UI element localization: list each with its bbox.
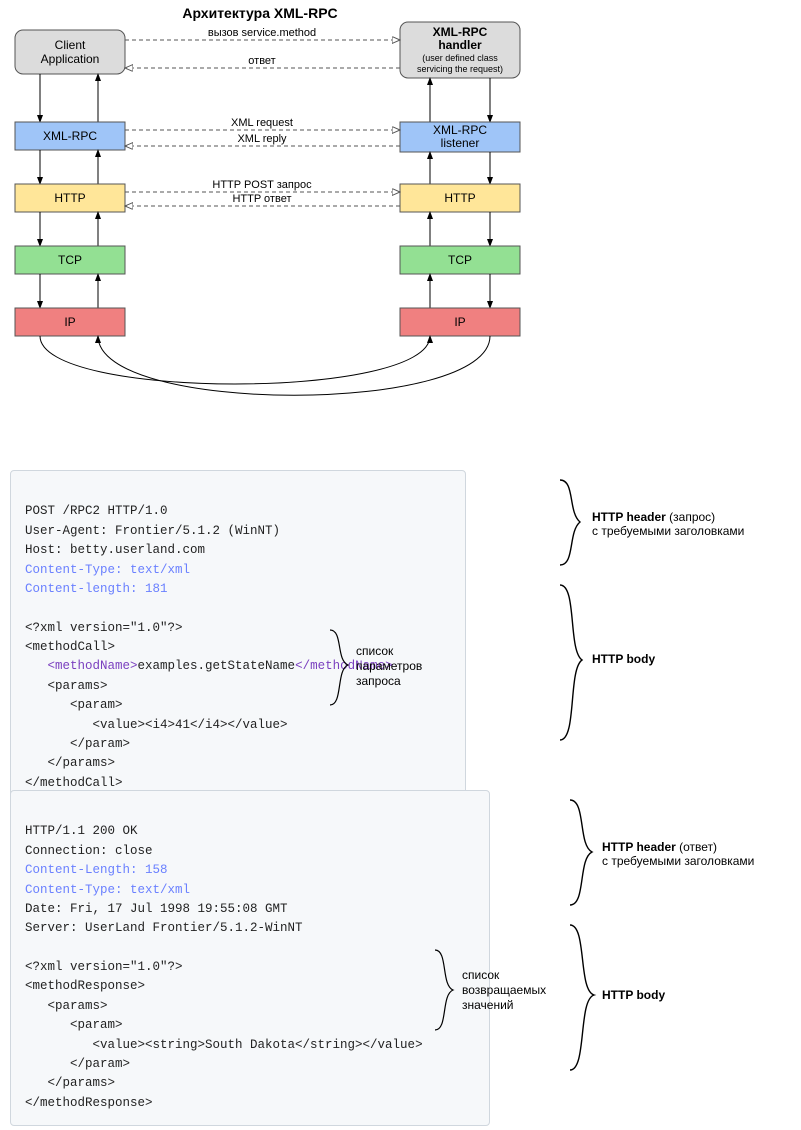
ip-curve-1 xyxy=(40,336,430,384)
label-ip-right: IP xyxy=(454,315,465,329)
label-http-right: HTTP xyxy=(444,191,475,205)
label-tcp-right: TCP xyxy=(448,253,472,267)
res-l9: <params> xyxy=(25,999,108,1013)
req-l3: Host: betty.userland.com xyxy=(25,543,205,557)
res-l5: Date: Fri, 17 Jul 1998 19:55:08 GMT xyxy=(25,902,288,916)
res-ann-body: HTTP body xyxy=(602,988,665,1002)
req-ann-params: список параметров запроса xyxy=(356,644,422,689)
res-ann-header: HTTP header (ответ) с требуемыми заголов… xyxy=(602,840,754,868)
label-handler-1: XML-RPC xyxy=(433,25,488,39)
label-http-left: HTTP xyxy=(54,191,85,205)
label-client-1: Client xyxy=(55,38,86,52)
res-l7: <?xml version="1.0"?> xyxy=(25,960,183,974)
req-l8b: examples.getStateName xyxy=(138,659,296,673)
label-client-2: Application xyxy=(41,52,100,66)
req-l6: <?xml version="1.0"?> xyxy=(25,621,183,635)
res-l4: Content-Type: text/xml xyxy=(25,883,190,897)
req-l1: POST /RPC2 HTTP/1.0 xyxy=(25,504,168,518)
edge-http-post: HTTP POST запрос xyxy=(212,179,312,191)
req-l4: Content-Type: text/xml xyxy=(25,563,190,577)
req-l13: </params> xyxy=(25,756,115,770)
req-l2: User-Agent: Frontier/5.1.2 (WinNT) xyxy=(25,524,280,538)
req-l8a: <methodName> xyxy=(48,659,138,673)
req-l5: Content-length: 181 xyxy=(25,582,168,596)
req-ann-body: HTTP body xyxy=(592,652,655,666)
res-l6: Server: UserLand Frontier/5.1.2-WinNT xyxy=(25,921,303,935)
diagram-title: Архитектура XML-RPC xyxy=(182,5,337,21)
res-l2: Connection: close xyxy=(25,844,153,858)
label-xmlrpc-left: XML-RPC xyxy=(43,129,97,143)
res-l1: HTTP/1.1 200 OK xyxy=(25,824,138,838)
res-l10: <param> xyxy=(25,1018,123,1032)
req-ann-header: HTTP header (запрос) с требуемыми заголо… xyxy=(592,510,744,538)
architecture-diagram: Архитектура XML-RPC Client Application X… xyxy=(0,0,801,420)
res-l3: Content-Length: 158 xyxy=(25,863,168,877)
req-l12: </param> xyxy=(25,737,130,751)
label-ip-left: IP xyxy=(64,315,75,329)
edge-reply: ответ xyxy=(248,55,275,67)
label-listener-2: listener xyxy=(441,136,480,150)
res-l8: <methodResponse> xyxy=(25,979,145,993)
http-request-card: POST /RPC2 HTTP/1.0 User-Agent: Frontier… xyxy=(10,470,466,806)
res-ann-params: список возвращаемых значений xyxy=(462,968,546,1013)
edge-http-reply: HTTP ответ xyxy=(232,193,291,205)
label-tcp-left: TCP xyxy=(58,253,82,267)
req-l7: <methodCall> xyxy=(25,640,115,654)
res-l12: </param> xyxy=(25,1057,130,1071)
ip-curve-2 xyxy=(98,336,490,395)
res-l13: </params> xyxy=(25,1076,115,1090)
req-l9: <params> xyxy=(25,679,108,693)
label-listener-1: XML-RPC xyxy=(433,123,487,137)
req-l10: <param> xyxy=(25,698,123,712)
edge-call: вызов service.method xyxy=(208,27,316,39)
label-handler-2: handler xyxy=(438,38,482,52)
edge-xml-rep: XML reply xyxy=(237,133,287,145)
label-handler-4: servicing the request) xyxy=(417,64,503,74)
label-handler-3: (user defined class xyxy=(422,53,498,63)
edge-xml-req: XML request xyxy=(231,117,293,129)
req-l11: <value><i4>41</i4></value> xyxy=(25,718,288,732)
http-response-card: HTTP/1.1 200 OK Connection: close Conten… xyxy=(10,790,490,1126)
req-l14: </methodCall> xyxy=(25,776,123,790)
res-l11: <value><string>South Dakota</string></va… xyxy=(25,1038,423,1052)
res-l14: </methodResponse> xyxy=(25,1096,153,1110)
